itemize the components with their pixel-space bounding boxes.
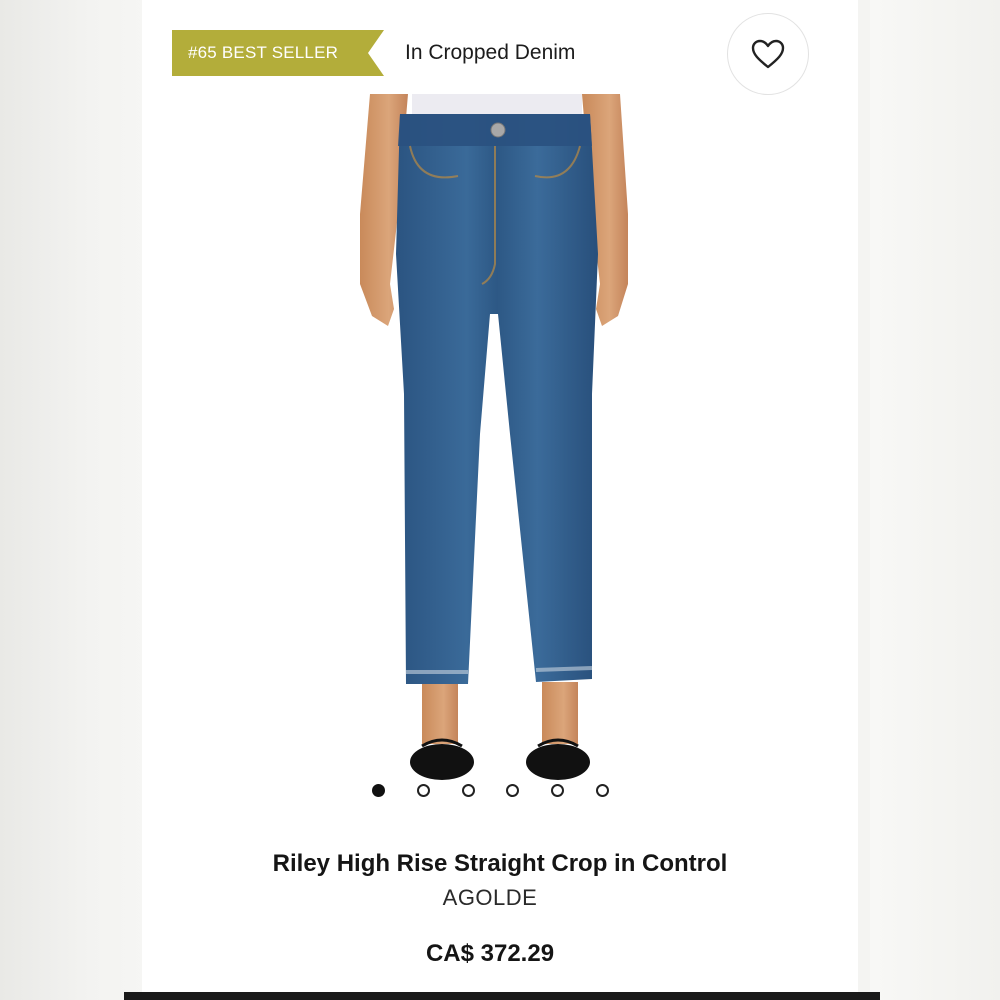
badge-label: #65 BEST SELLER [188,43,339,62]
background-left [0,0,150,1000]
carousel-dot[interactable] [417,784,430,797]
bottom-edge-bar [124,992,880,1000]
background-right [870,0,1000,1000]
best-seller-badge: #65 BEST SELLER [172,30,384,76]
product-price: CA$ 372.29 [425,940,555,967]
category-link[interactable]: In Cropped Denim [405,38,575,68]
carousel-dots [370,782,616,800]
favorite-button[interactable] [727,13,809,95]
product-image[interactable] [330,94,650,784]
carousel-dot[interactable] [506,784,519,797]
carousel-dot[interactable] [596,784,609,797]
product-title[interactable]: Riley High Rise Straight Crop in Control [142,850,858,878]
carousel-dot[interactable] [462,784,475,797]
jeans-illustration [360,94,628,780]
carousel-dot[interactable] [372,784,385,797]
product-brand[interactable]: AGOLDE [142,885,838,911]
carousel-dot[interactable] [551,784,564,797]
heart-icon [751,39,785,69]
